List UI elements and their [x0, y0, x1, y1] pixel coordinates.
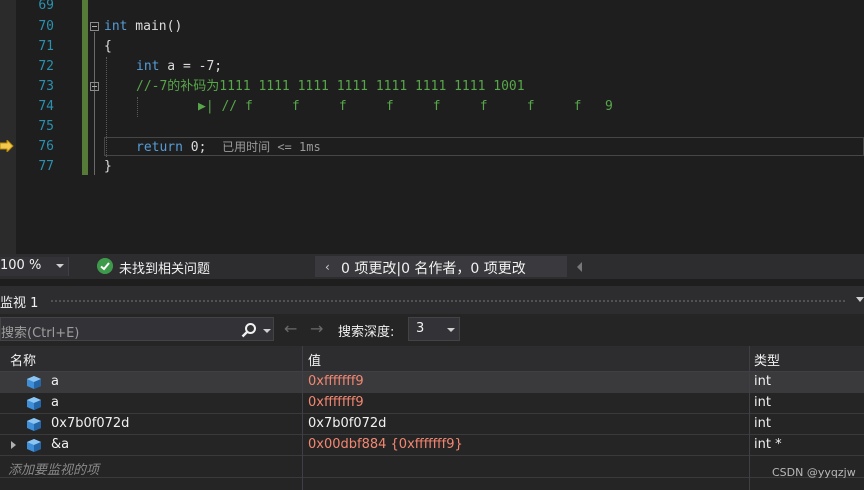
comment-text: // f f f f f f f f 9 [221, 99, 613, 114]
watch-value[interactable]: 0xfffffff9 [308, 374, 364, 389]
line-number: 69 [38, 0, 54, 13]
add-watch-placeholder[interactable]: 添加要监视的项 [8, 459, 99, 478]
watch-name[interactable]: a [51, 374, 59, 389]
window-menu-icon[interactable] [856, 297, 864, 302]
column-header-name[interactable]: 名称 [10, 350, 36, 369]
column-header-value[interactable]: 值 [308, 350, 321, 369]
line-number: 74 [38, 99, 54, 114]
expand-arrow-icon[interactable] [11, 441, 16, 449]
watch-type: int [754, 374, 771, 389]
fold-range-line [94, 32, 95, 175]
line-number: 72 [38, 59, 54, 74]
watch-window-title: 监视 1 [0, 296, 39, 311]
watch-name[interactable]: &a [51, 437, 69, 452]
add-watch-row[interactable]: 添加要监视的项 [0, 456, 864, 478]
code-line-77[interactable]: } [104, 157, 112, 177]
line-number: 73 [38, 79, 54, 94]
code-line-76[interactable]: return 0; 已用时间 <= 1ms [136, 137, 321, 158]
chevron-down-icon[interactable] [263, 329, 271, 333]
column-header-row: 名称 值 类型 [0, 346, 864, 372]
code-editor[interactable]: 69 70 71 72 73 74 75 76 77 int main() { … [0, 0, 864, 254]
check-circle-icon [97, 258, 113, 274]
line-number: 75 [38, 119, 54, 134]
watch-name[interactable]: a [51, 395, 59, 410]
watch-value[interactable]: 0xfffffff9 [308, 395, 364, 410]
search-input[interactable]: 搜索(Ctrl+E) [0, 317, 274, 341]
line-number: 77 [38, 159, 54, 174]
step-marker-icon: ▶| [198, 99, 214, 114]
collapse-icon[interactable] [90, 22, 99, 31]
watermark: CSDN @yyqzjw [772, 466, 856, 479]
chevron-down-icon [56, 264, 64, 268]
execution-pointer-icon [0, 140, 14, 152]
line-number: 76 [38, 139, 54, 154]
chevron-left-icon: ‹ [325, 260, 330, 274]
watch-type: int * [754, 437, 782, 452]
chevron-down-icon [447, 328, 455, 332]
table-row[interactable]: &a 0x00dbf884 {0xfffffff9} int * [0, 435, 864, 456]
variable-cube-icon [27, 439, 41, 452]
code-line-70[interactable]: int main() [104, 17, 182, 37]
zoom-level: 100 % [0, 258, 42, 273]
scroll-left-icon[interactable] [577, 262, 582, 272]
search-placeholder: 搜索(Ctrl+E) [1, 326, 80, 341]
column-divider[interactable] [302, 346, 303, 490]
search-icon[interactable] [241, 322, 257, 338]
column-divider[interactable] [749, 346, 750, 490]
code-line-73-comment[interactable]: //-7的补码为1111 1111 1111 1111 1111 1111 11… [136, 77, 525, 97]
search-depth-value: 3 [416, 321, 425, 336]
keyword: int [104, 19, 128, 34]
code-text: main() [127, 19, 183, 34]
column-header-type[interactable]: 类型 [754, 350, 780, 369]
code-line-72[interactable]: int a = -7; [136, 57, 222, 77]
changes-summary[interactable]: 0 项更改|0 名作者，0 项更改 [341, 258, 526, 278]
code-line-74[interactable]: ▶| // f f f f f f f f 9 [198, 97, 613, 117]
watch-type: int [754, 395, 771, 410]
search-depth-dropdown[interactable]: 3 [408, 317, 460, 341]
keyword: return [136, 140, 183, 155]
table-row[interactable]: 0x7b0f072d 0x7b0f072d int [0, 414, 864, 435]
keyword: int [136, 59, 160, 74]
arrow-left-icon[interactable]: ← [284, 320, 297, 338]
collapse-icon[interactable] [90, 82, 99, 91]
code-text: 0; [182, 140, 207, 155]
watch-grid: 名称 值 类型 a 0xfffffff9 int a 0xfffffff9 in… [0, 346, 864, 490]
line-number-gutter: 69 70 71 72 73 74 75 76 77 [16, 0, 76, 254]
watch-window-header[interactable]: 监视 1 [0, 286, 864, 314]
code-line-71[interactable]: { [104, 37, 112, 57]
indicator-margin[interactable] [0, 0, 16, 254]
variable-cube-icon [27, 376, 41, 389]
watch-toolbar: 搜索(Ctrl+E) ← → 搜索深度: 3 [0, 314, 864, 346]
line-number: 71 [38, 39, 54, 54]
variable-cube-icon [27, 418, 41, 431]
line-number: 70 [38, 19, 54, 34]
watch-value[interactable]: 0x00dbf884 {0xfffffff9} [308, 437, 463, 452]
perf-tip-elapsed: 已用时间 <= 1ms [222, 140, 321, 154]
indent-guide [137, 97, 138, 117]
watch-name[interactable]: 0x7b0f072d [51, 416, 129, 431]
table-row[interactable]: a 0xfffffff9 int [0, 372, 864, 393]
editor-status-strip: 100 % 未找到相关问题 ‹ 0 项更改|0 名作者，0 项更改 [0, 254, 864, 279]
change-tracking-bar [82, 0, 88, 175]
issues-status[interactable]: 未找到相关问题 [119, 258, 210, 277]
watch-type: int [754, 416, 771, 431]
zoom-dropdown[interactable]: 100 % [0, 257, 69, 276]
drag-grip[interactable] [50, 299, 845, 303]
variable-cube-icon [27, 397, 41, 410]
code-text: a = -7; [159, 59, 223, 74]
table-row[interactable]: a 0xfffffff9 int [0, 393, 864, 414]
arrow-right-icon[interactable]: → [310, 320, 323, 338]
watch-value[interactable]: 0x7b0f072d [308, 416, 386, 431]
search-depth-label: 搜索深度: [338, 325, 395, 340]
